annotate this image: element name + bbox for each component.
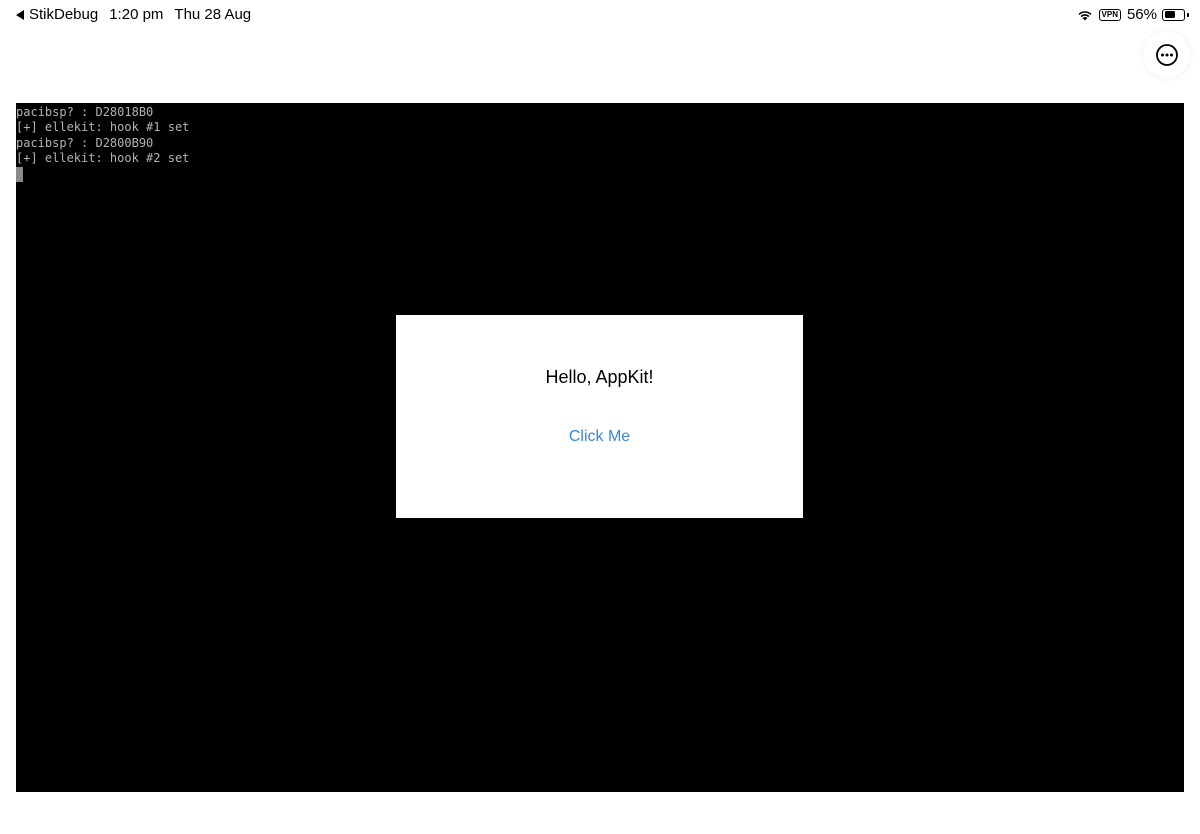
more-options-button[interactable] (1143, 31, 1190, 78)
status-time: 1:20 pm (109, 6, 164, 23)
status-date: Thu 28 Aug (174, 6, 252, 23)
back-app-label: StikDebug (29, 6, 99, 23)
status-bar: StikDebug 1:20 pm Thu 28 Aug VPN 56% (0, 0, 1200, 32)
battery-icon (1162, 8, 1189, 21)
terminal-line: pacibsp? : D2800B90 (16, 135, 154, 150)
back-arrow-icon (16, 9, 24, 20)
battery-fill (1164, 11, 1175, 18)
ellipsis-circle-icon (1155, 43, 1178, 66)
wifi-icon (1078, 10, 1092, 20)
status-bar-left: StikDebug 1:20 pm Thu 28 Aug (16, 6, 251, 23)
appkit-window: Hello, AppKit! Click Me (396, 315, 803, 518)
terminal-cursor (16, 167, 23, 183)
terminal-line: [+] ellekit: hook #2 set (16, 150, 190, 165)
hello-label: Hello, AppKit! (545, 367, 654, 387)
back-to-app-button[interactable]: StikDebug (16, 6, 98, 23)
terminal-line: [+] ellekit: hook #1 set (16, 120, 190, 135)
status-bar-right: VPN 56% (1077, 6, 1189, 23)
vpn-badge: VPN (1098, 8, 1121, 21)
click-me-button[interactable]: Click Me (569, 428, 630, 446)
battery-percent: 56% (1126, 6, 1157, 23)
terminal-output: pacibsp? : D28018B0 [+] ellekit: hook #1… (16, 103, 1184, 183)
battery-cap (1186, 12, 1189, 17)
terminal-line: pacibsp? : D28018B0 (16, 105, 154, 119)
